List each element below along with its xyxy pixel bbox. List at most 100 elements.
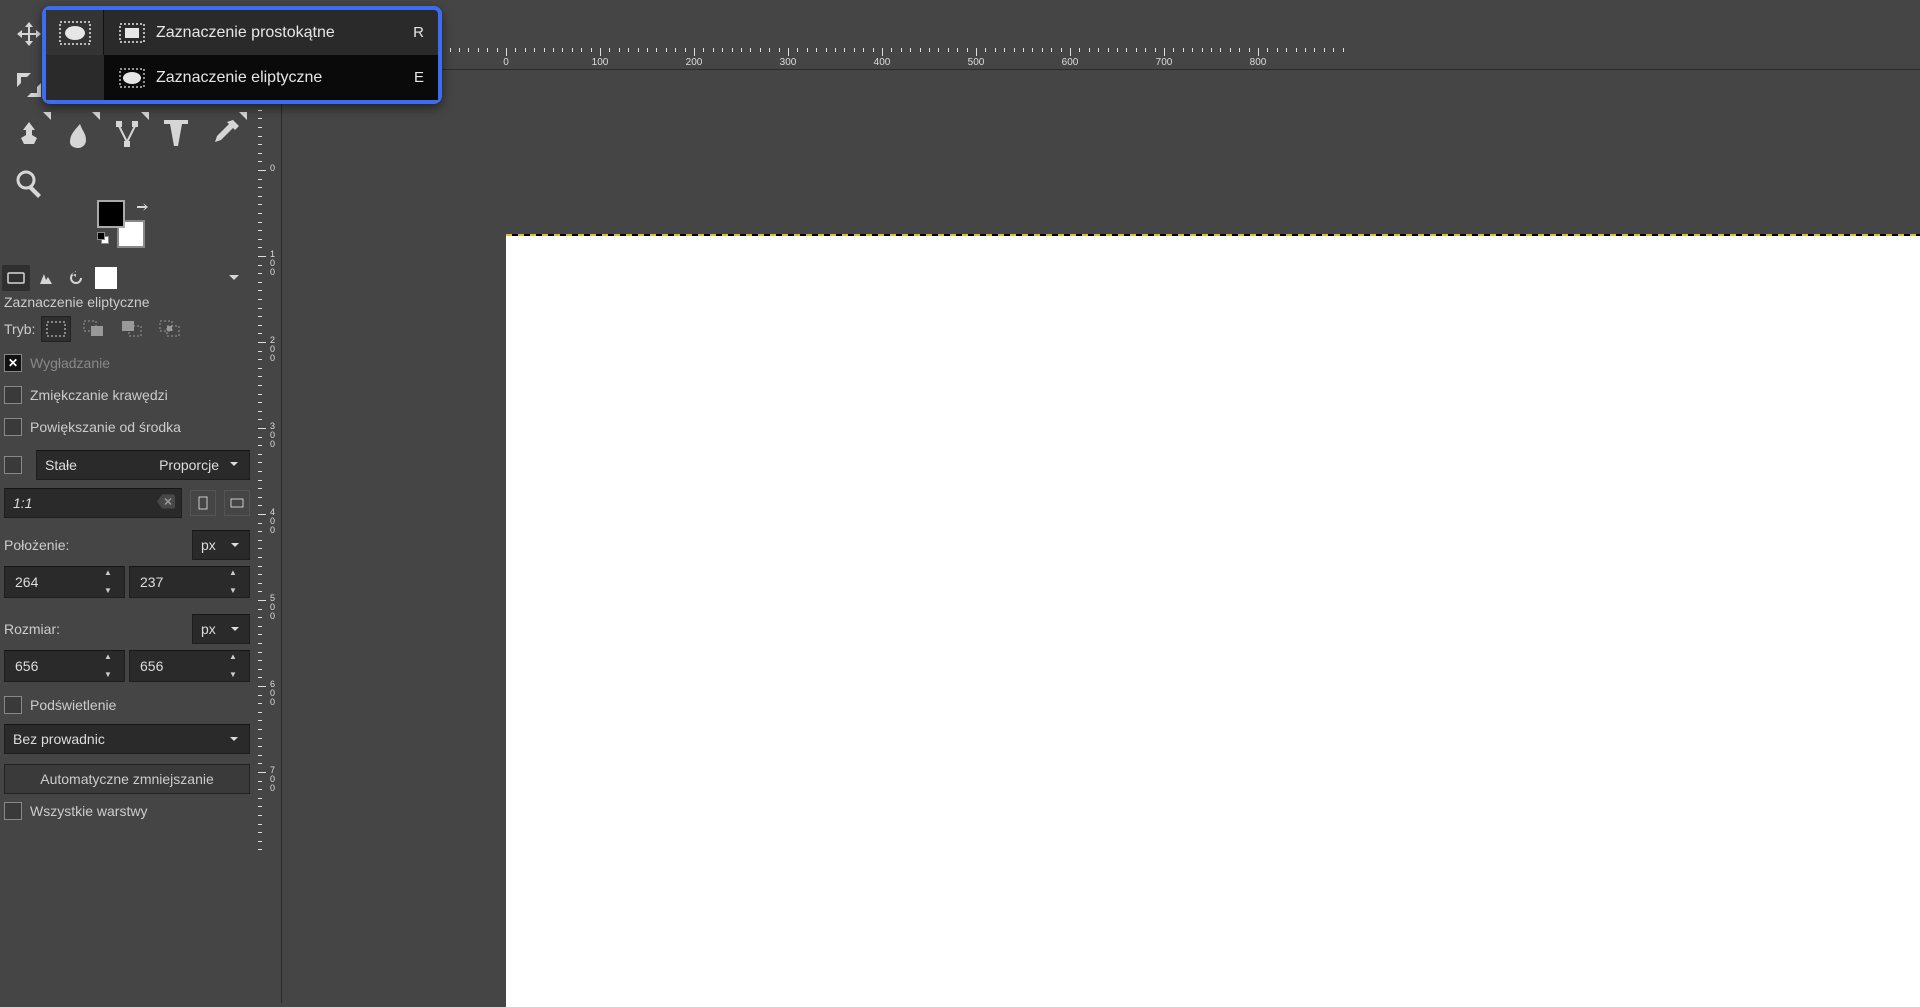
ruler-tick [1258, 48, 1259, 56]
fixed-mode-label: Proporcje [159, 457, 219, 473]
position-xy-row: 264 ▲▼ 237 ▲▼ [4, 566, 250, 598]
tab-images[interactable] [92, 265, 120, 291]
tab-tool-options[interactable] [2, 265, 30, 291]
ruler-tick [882, 48, 883, 56]
ruler-tick: 0 [258, 170, 266, 171]
rect-select-icon [118, 22, 146, 44]
text-tool[interactable] [152, 110, 200, 158]
tool-options-tabstrip [2, 264, 250, 292]
position-y-input[interactable]: 237 ▲▼ [129, 566, 250, 598]
tool-options-title: Zaznaczenie eliptyczne [4, 294, 150, 310]
position-x-input[interactable]: 264 ▲▼ [4, 566, 125, 598]
canvas-area: 0100200300400500600700 [256, 0, 1920, 1003]
ruler-tick: 200 [258, 342, 266, 343]
position-unit-select[interactable]: px [192, 530, 250, 560]
position-label: Położenie: [4, 537, 69, 553]
ruler-tick: 500 [258, 600, 266, 601]
spinner-arrows[interactable]: ▲▼ [104, 653, 120, 679]
expand-center-checkbox[interactable] [4, 418, 22, 436]
flyout-item-shortcut: E [414, 69, 424, 86]
size-unit: px [201, 621, 216, 637]
swap-colors-icon[interactable] [135, 200, 151, 216]
position-unit: px [201, 537, 216, 553]
vertical-ruler[interactable]: 0100200300400500600700 [258, 70, 282, 1003]
flyout-current-icon [46, 10, 104, 55]
feather-label: Zmiękczanie krawędzi [30, 387, 168, 403]
size-label: Rozmiar: [4, 621, 60, 637]
guides-select[interactable]: Bez prowadnic [4, 724, 250, 754]
all-layers-checkbox[interactable] [4, 802, 22, 820]
size-wh-row: 656 ▲▼ 656 ▲▼ [4, 650, 250, 682]
antialiasing-label: Wygładzanie [30, 355, 110, 371]
ellipse-select-icon [118, 67, 146, 89]
size-h-input[interactable]: 656 ▲▼ [129, 650, 250, 682]
tab-undo-history[interactable] [62, 265, 90, 291]
orientation-portrait-button[interactable] [190, 490, 216, 516]
auto-shrink-button[interactable]: Automatyczne zmniejszanie [4, 764, 250, 794]
selection-border-top [506, 234, 1920, 236]
spinner-arrows[interactable]: ▲▼ [229, 653, 245, 679]
ruler-tick [506, 48, 507, 56]
smudge-tool[interactable] [54, 110, 102, 158]
zoom-tool[interactable] [5, 159, 53, 207]
color-picker-tool[interactable] [201, 110, 249, 158]
default-colors-icon[interactable] [97, 232, 111, 246]
spinner-arrows[interactable]: ▲▼ [229, 569, 245, 595]
guides-label: Bez prowadnic [13, 731, 105, 747]
size-h-value: 656 [140, 658, 163, 674]
aspect-ratio-value: 1:1 [13, 495, 32, 511]
fixed-checkbox[interactable] [4, 456, 22, 474]
clone-tool[interactable] [5, 110, 53, 158]
tab-device-status[interactable] [32, 265, 60, 291]
orientation-landscape-button[interactable] [224, 490, 250, 516]
flyout-item-ellipse-select[interactable]: Zaznaczenie eliptyczne E [104, 55, 438, 100]
all-layers-row: Wszystkie warstwy [4, 802, 250, 820]
tab-menu-icon[interactable] [220, 265, 248, 291]
size-section: Rozmiar: px [4, 614, 250, 644]
mode-subtract-button[interactable] [117, 316, 147, 342]
selection-border-left [506, 234, 508, 236]
mode-intersect-button[interactable] [155, 316, 185, 342]
aspect-row: 1:1 [4, 488, 250, 518]
flyout-row-ellipse: Zaznaczenie eliptyczne E [46, 55, 438, 100]
group-indicator-icon [43, 112, 51, 120]
size-w-input[interactable]: 656 ▲▼ [4, 650, 125, 682]
flyout-item-rect-select[interactable]: Zaznaczenie prostokątne R [104, 10, 438, 55]
ruler-tick: 300 [258, 428, 266, 429]
ruler-tick [788, 48, 789, 56]
ruler-tick [976, 48, 977, 56]
position-x-value: 264 [15, 574, 38, 590]
foreground-color-swatch[interactable] [97, 200, 125, 228]
antialiasing-checkbox[interactable]: ✕ [4, 354, 22, 372]
chevron-down-icon [227, 457, 241, 474]
fixed-mode-select[interactable]: Stałe Proporcje [36, 450, 250, 480]
aspect-ratio-input[interactable]: 1:1 [4, 488, 182, 518]
clear-input-icon[interactable] [157, 495, 175, 512]
mode-add-button[interactable] [79, 316, 109, 342]
mode-label: Tryb: [4, 321, 35, 337]
paths-tool[interactable] [103, 110, 151, 158]
size-unit-select[interactable]: px [192, 614, 250, 644]
horizontal-ruler[interactable] [284, 48, 1920, 70]
mode-replace-button[interactable] [41, 316, 71, 342]
group-indicator-icon [92, 112, 100, 120]
ruler-tick: 100 [258, 256, 266, 257]
mode-row: Tryb: [4, 316, 250, 342]
image-thumbnail-icon [95, 267, 117, 289]
size-w-value: 656 [15, 658, 38, 674]
feather-checkbox[interactable] [4, 386, 22, 404]
flyout-spacer [46, 55, 104, 100]
group-indicator-icon [141, 112, 149, 120]
fixed-row: Stałe Proporcje [4, 450, 250, 480]
highlight-checkbox[interactable] [4, 696, 22, 714]
ruler-tick [1164, 48, 1165, 56]
antialiasing-row: ✕ Wygładzanie [4, 354, 250, 372]
position-y-value: 237 [140, 574, 163, 590]
highlight-row: Podświetlenie [4, 696, 250, 714]
spinner-arrows[interactable]: ▲▼ [104, 569, 120, 595]
position-section: Położenie: px [4, 530, 250, 560]
image-canvas[interactable] [506, 234, 1920, 1007]
ruler-tick [1070, 48, 1071, 56]
ruler-tick: 700 [258, 772, 266, 773]
ruler-tick: 400 [258, 514, 266, 515]
